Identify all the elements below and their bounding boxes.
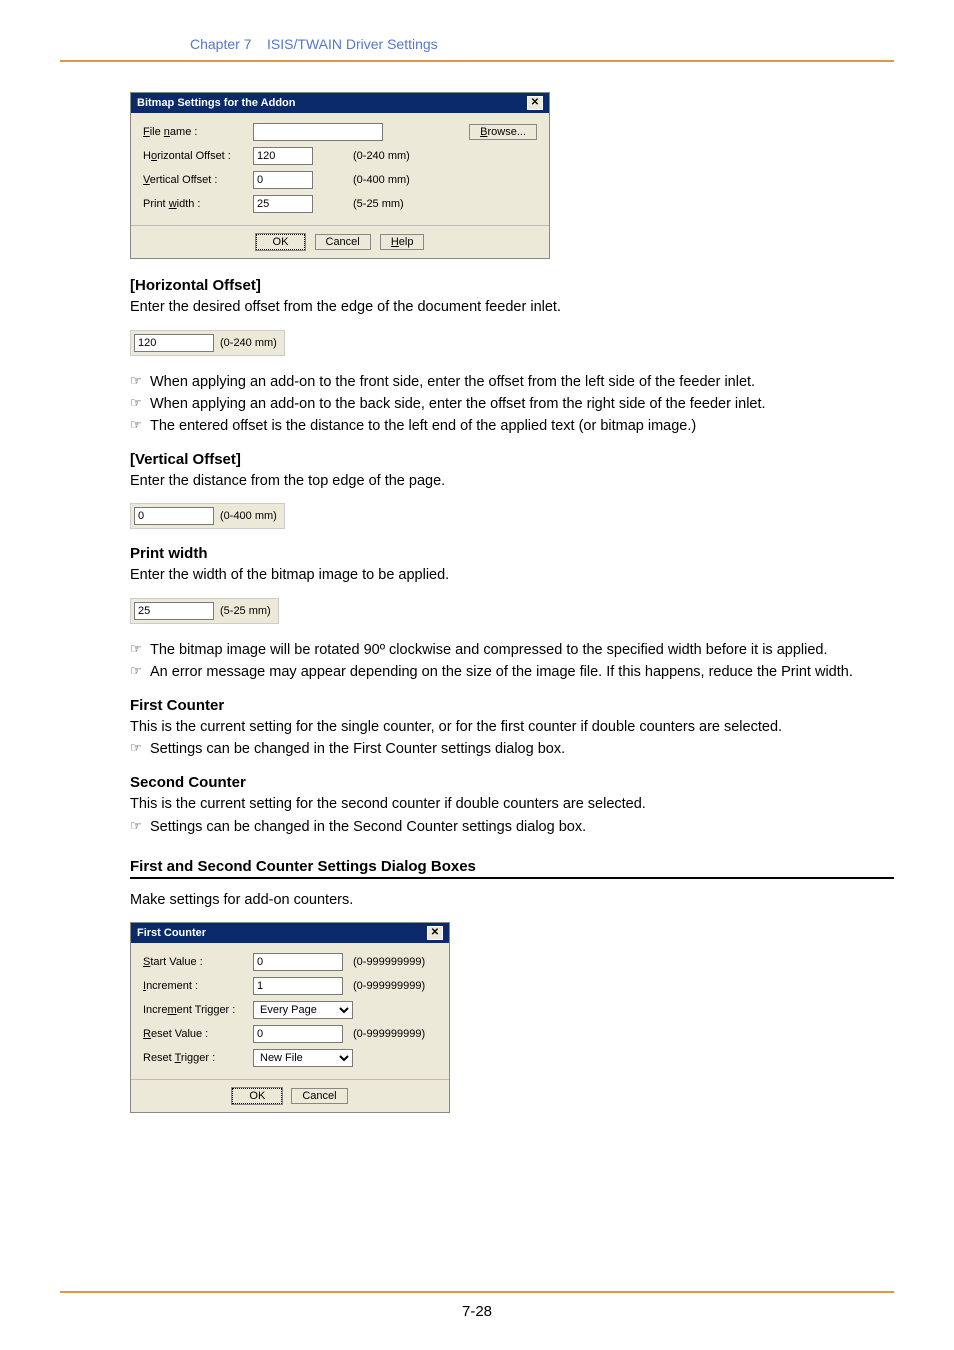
pointer-icon: ☞ [130, 817, 150, 838]
pointer-icon: ☞ [130, 416, 150, 437]
note-item: ☞ The bitmap image will be rotated 90º c… [130, 640, 894, 661]
hoffset-sample: (0-240 mm) [130, 330, 285, 356]
start-value-range: (0-999999999) [353, 956, 425, 968]
hoffset-range: (0-240 mm) [353, 150, 410, 162]
reset-value-input[interactable] [253, 1025, 343, 1043]
second-counter-heading: Second Counter [130, 774, 894, 791]
pwidth-label: Print width : [143, 198, 253, 210]
first-counter-heading: First Counter [130, 697, 894, 714]
reset-trigger-label: Reset Trigger : [143, 1052, 253, 1064]
note-text: Settings can be changed in the Second Co… [150, 817, 894, 838]
note-text: The bitmap image will be rotated 90º clo… [150, 640, 894, 661]
increment-trigger-select[interactable]: Every Page [253, 1001, 353, 1019]
browse-button[interactable]: Browse... [469, 124, 537, 140]
pwidth-sample-input[interactable] [134, 602, 214, 620]
filename-label: File name : [143, 126, 253, 138]
dialog-title-text: First Counter [137, 927, 206, 939]
reset-value-label: Reset Value : [143, 1028, 253, 1040]
hoffset-input[interactable] [253, 147, 313, 165]
pwidth-range: (5-25 mm) [353, 198, 404, 210]
pointer-icon: ☞ [130, 640, 150, 661]
chapter-number: Chapter 7 [190, 36, 251, 52]
increment-trigger-label: Increment Trigger : [143, 1004, 253, 1016]
hoffset-heading: [Horizontal Offset] [130, 277, 894, 294]
pwidth-sample: (5-25 mm) [130, 598, 279, 624]
reset-trigger-select[interactable]: New File [253, 1049, 353, 1067]
note-item: ☞ Settings can be changed in the First C… [130, 739, 894, 760]
pointer-icon: ☞ [130, 739, 150, 760]
pwidth-input[interactable] [253, 195, 313, 213]
voffset-heading: [Vertical Offset] [130, 451, 894, 468]
dialog-title-text: Bitmap Settings for the Addon [137, 97, 295, 109]
note-text: Settings can be changed in the First Cou… [150, 739, 894, 760]
pwidth-sample-range: (5-25 mm) [220, 605, 275, 617]
increment-label: Increment : [143, 980, 253, 992]
note-text: When applying an add-on to the front sid… [150, 372, 894, 393]
note-text: An error message may appear depending on… [150, 662, 894, 683]
ok-button[interactable]: OK [232, 1088, 282, 1104]
pointer-icon: ☞ [130, 372, 150, 393]
reset-value-range: (0-999999999) [353, 1028, 425, 1040]
note-item: ☞ An error message may appear depending … [130, 662, 894, 683]
pointer-icon: ☞ [130, 394, 150, 415]
voffset-input[interactable] [253, 171, 313, 189]
filename-input[interactable] [253, 123, 383, 141]
voffset-sample-range: (0-400 mm) [220, 510, 281, 522]
page-number: 7-28 [60, 1291, 894, 1320]
counter-boxes-heading: First and Second Counter Settings Dialog… [130, 858, 894, 879]
ok-button[interactable]: OK [256, 234, 306, 250]
dialog-titlebar: First Counter ✕ [131, 923, 449, 943]
pwidth-heading: Print width [130, 545, 894, 562]
help-button[interactable]: Help [380, 234, 425, 250]
voffset-desc: Enter the distance from the top edge of … [130, 472, 894, 492]
note-item: ☞ The entered offset is the distance to … [130, 416, 894, 437]
pointer-icon: ☞ [130, 662, 150, 683]
cancel-button[interactable]: Cancel [291, 1088, 347, 1104]
voffset-sample-input[interactable] [134, 507, 214, 525]
second-counter-desc: This is the current setting for the seco… [130, 795, 894, 815]
chapter-title: ISIS/TWAIN Driver Settings [267, 36, 438, 52]
counter-boxes-desc: Make settings for add-on counters. [130, 891, 894, 911]
voffset-sample: (0-400 mm) [130, 503, 285, 529]
close-icon[interactable]: ✕ [527, 96, 543, 110]
increment-input[interactable] [253, 977, 343, 995]
dialog-titlebar: Bitmap Settings for the Addon ✕ [131, 93, 549, 113]
hoffset-label: Horizontal Offset : [143, 150, 253, 162]
close-icon[interactable]: ✕ [427, 926, 443, 940]
increment-range: (0-999999999) [353, 980, 425, 992]
note-item: ☞ When applying an add-on to the back si… [130, 394, 894, 415]
voffset-range: (0-400 mm) [353, 174, 410, 186]
page-header: Chapter 7 ISIS/TWAIN Driver Settings [60, 0, 894, 62]
first-counter-dialog: First Counter ✕ Start Value : (0-9999999… [130, 922, 450, 1113]
start-value-label: Start Value : [143, 956, 253, 968]
first-counter-desc: This is the current setting for the sing… [130, 718, 894, 738]
note-text: The entered offset is the distance to th… [150, 416, 894, 437]
hoffset-sample-input[interactable] [134, 334, 214, 352]
note-text: When applying an add-on to the back side… [150, 394, 894, 415]
cancel-button[interactable]: Cancel [315, 234, 371, 250]
note-item: ☞ Settings can be changed in the Second … [130, 817, 894, 838]
start-value-input[interactable] [253, 953, 343, 971]
bitmap-settings-dialog: Bitmap Settings for the Addon ✕ File nam… [130, 92, 550, 259]
note-item: ☞ When applying an add-on to the front s… [130, 372, 894, 393]
pwidth-desc: Enter the width of the bitmap image to b… [130, 566, 894, 586]
hoffset-sample-range: (0-240 mm) [220, 337, 281, 349]
voffset-label: Vertical Offset : [143, 174, 253, 186]
hoffset-desc: Enter the desired offset from the edge o… [130, 298, 894, 318]
